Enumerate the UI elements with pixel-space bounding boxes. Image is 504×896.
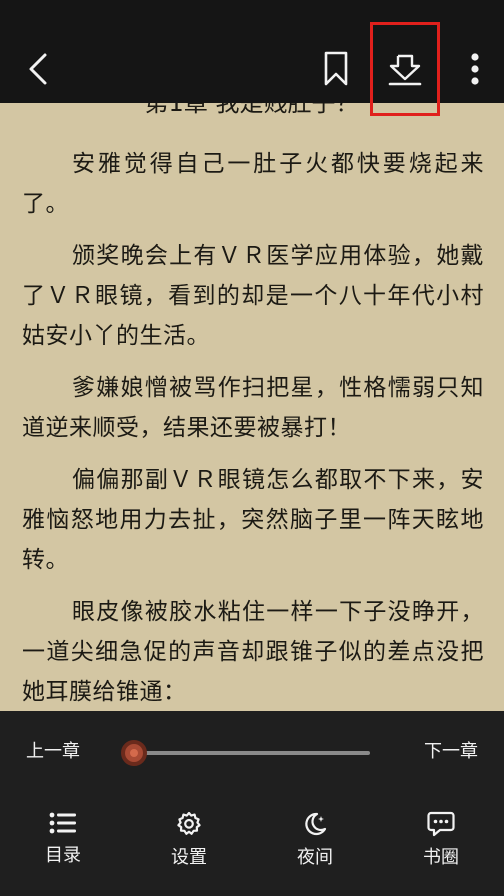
download-icon (388, 54, 422, 86)
menu-item-book-circle[interactable]: 书圈 (396, 811, 486, 881)
progress-slider-thumb[interactable] (121, 740, 147, 766)
menu-label: 夜间 (297, 847, 333, 868)
more-button[interactable] (460, 46, 490, 92)
paragraph: 安雅觉得自己一肚子火都快要烧起来了。 (22, 151, 484, 217)
menu-item-catalog[interactable]: 目录 (18, 811, 108, 881)
menu-label: 目录 (45, 845, 81, 866)
list-icon (49, 812, 76, 834)
bottom-panel: 上一章 下一章 目录 设置 夜间 书圈 (0, 711, 504, 896)
progress-slider-track[interactable] (134, 751, 370, 755)
paragraph: 爹嫌娘憎被骂作扫把星，性格懦弱只知道逆来顺受，结果还要被暴打！ (22, 375, 484, 441)
menu-label: 设置 (171, 847, 207, 868)
paragraph: 偏偏那副ＶＲ眼镜怎么都取不下来，安雅恼怒地用力去扯，突然脑子里一阵天眩地转。 (22, 467, 484, 573)
chat-icon (427, 811, 455, 837)
menu-label: 书圈 (423, 847, 459, 868)
download-button[interactable] (370, 22, 440, 116)
paragraph: 颁奖晚会上有ＶＲ医学应用体验，她戴了ＶＲ眼镜，看到的却是一个八十年代小村姑安小丫… (22, 243, 484, 349)
next-chapter-button[interactable]: 下一章 (424, 739, 478, 765)
top-toolbar (0, 0, 504, 116)
menu-item-night-mode[interactable]: 夜间 (270, 811, 360, 881)
chevron-left-icon (29, 53, 47, 85)
reader-menu: 目录 设置 夜间 书圈 (0, 811, 504, 881)
moon-icon (305, 812, 327, 836)
back-button[interactable] (18, 46, 58, 92)
chapter-content: 安雅觉得自己一肚子火都快要烧起来了。 颁奖晚会上有ＶＲ医学应用体验，她戴了ＶＲ眼… (22, 144, 484, 724)
more-vertical-icon (471, 53, 479, 85)
gear-icon (177, 811, 201, 835)
paragraph: 眼皮像被胶水粘住一样一下子没睁开，一道尖细急促的声音却跟锥子似的差点没把她耳膜给… (22, 599, 484, 705)
prev-chapter-button[interactable]: 上一章 (26, 739, 80, 765)
menu-item-settings[interactable]: 设置 (144, 811, 234, 881)
bookmark-button[interactable] (318, 46, 354, 92)
chapter-nav: 上一章 下一章 (0, 711, 504, 795)
bookmark-icon (324, 51, 348, 86)
